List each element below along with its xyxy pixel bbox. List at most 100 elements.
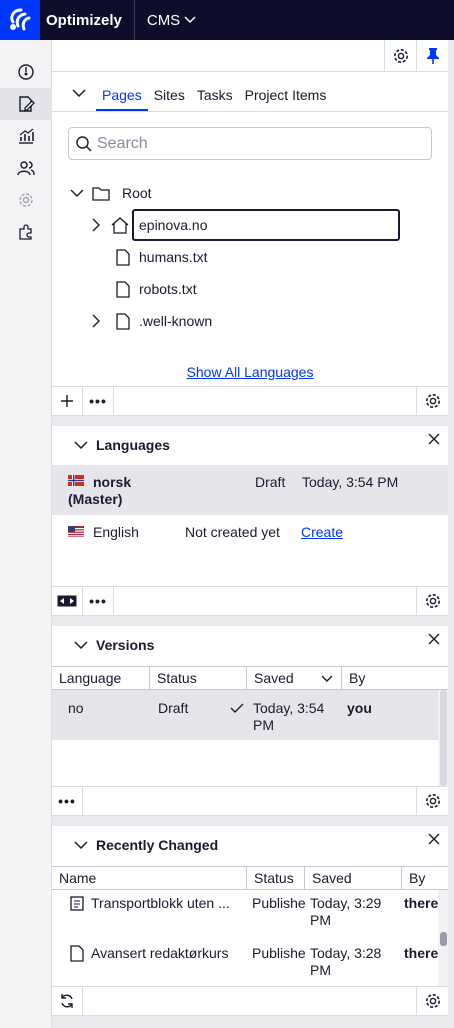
tree-node-well-known[interactable]: .well-known — [92, 310, 212, 332]
versions-scrollbar-track[interactable] — [438, 690, 448, 786]
recent-row[interactable]: Transportblokk uten ... Publishe Today, … — [52, 890, 438, 938]
tree-node-root[interactable]: Root — [70, 182, 152, 204]
tree-node-label: epinova.no — [139, 217, 208, 233]
close-icon[interactable] — [428, 433, 440, 445]
chevron-down-icon[interactable] — [74, 440, 88, 450]
show-all-languages-wrap: Show All Languages — [52, 364, 448, 380]
recent-row[interactable]: Avansert redaktørkurs Publishe Today, 3:… — [52, 940, 438, 988]
tree-node-label: robots.txt — [139, 281, 197, 297]
tree-node-epinova[interactable]: epinova.no — [92, 209, 400, 241]
more-options-button[interactable]: ••• — [83, 386, 114, 416]
tree-node-label: humans.txt — [139, 249, 208, 265]
language-row-norsk[interactable]: norsk (Master) Draft Today, 3:54 PM — [52, 465, 448, 515]
add-ons-icon[interactable] — [0, 216, 52, 248]
chevron-down-icon[interactable] — [74, 840, 88, 850]
recently-changed-settings-gear-icon[interactable] — [416, 987, 448, 1015]
add-page-button[interactable] — [52, 386, 83, 416]
more-options-button[interactable]: ••• — [52, 786, 83, 816]
recent-status: Publishe — [252, 895, 306, 911]
pane-toolbar — [52, 40, 448, 72]
versions-settings-gear-icon[interactable] — [416, 787, 448, 815]
column-status[interactable]: Status — [150, 667, 247, 689]
recently-changed-header: Recently Changed — [52, 827, 448, 863]
language-row-english[interactable]: English Not created yet Create — [52, 523, 448, 547]
tab-tasks[interactable]: Tasks — [191, 87, 239, 111]
folder-icon — [92, 186, 110, 201]
close-icon[interactable] — [428, 833, 440, 845]
file-icon — [116, 248, 130, 266]
tab-sites[interactable]: Sites — [148, 87, 191, 111]
column-name[interactable]: Name — [52, 867, 247, 889]
search-icon — [76, 135, 92, 152]
chevron-right-icon[interactable] — [92, 218, 101, 232]
more-options-button[interactable]: ••• — [83, 586, 114, 616]
column-by[interactable]: By — [402, 867, 448, 889]
pin-icon[interactable] — [416, 40, 448, 72]
pane-divider[interactable] — [52, 816, 448, 826]
version-row[interactable]: no Draft Today, 3:54 PM you — [52, 690, 438, 740]
file-icon — [116, 280, 130, 298]
dashboard-icon[interactable] — [0, 56, 52, 88]
recent-name: Avansert redaktørkurs — [91, 945, 229, 961]
tab-pages[interactable]: Pages — [96, 87, 148, 111]
version-saved: Today, 3:54 PM — [253, 700, 325, 733]
tab-project-items[interactable]: Project Items — [239, 87, 333, 111]
column-saved[interactable]: Saved — [305, 867, 402, 889]
recent-name: Transportblokk uten ... — [91, 895, 230, 911]
languages-toolbar: ••• — [52, 586, 448, 616]
create-language-link[interactable]: Create — [301, 524, 343, 540]
language-name: norsk (Master) — [68, 474, 188, 508]
chevron-down-icon[interactable] — [70, 189, 84, 198]
recent-scrollbar-thumb[interactable] — [439, 932, 447, 946]
language-name-text: norsk — [93, 474, 132, 490]
file-icon — [116, 312, 130, 330]
users-icon[interactable] — [0, 152, 52, 184]
tree-node-humans[interactable]: humans.txt — [116, 246, 207, 268]
pane-divider — [52, 1016, 448, 1028]
recent-saved: Today, 3:29 PM — [310, 895, 382, 928]
column-saved[interactable]: Saved — [247, 667, 342, 689]
compare-button[interactable] — [52, 586, 83, 616]
recent-by: there — [404, 945, 438, 961]
settings-icon[interactable] — [0, 184, 52, 216]
languages-settings-gear-icon[interactable] — [416, 587, 448, 615]
pane-divider[interactable] — [52, 616, 448, 626]
page-scrollbar[interactable] — [448, 40, 454, 1028]
close-icon[interactable] — [428, 633, 440, 645]
home-icon — [111, 216, 129, 234]
tree-node-label-selected[interactable]: epinova.no — [132, 209, 400, 241]
chevron-right-icon[interactable] — [92, 314, 101, 328]
product-switcher[interactable]: CMS — [147, 12, 196, 29]
edit-content-icon[interactable] — [0, 88, 52, 120]
recently-changed-table-header: Name Status Saved By — [52, 866, 448, 890]
top-navigation-bar: Optimizely CMS — [0, 0, 454, 40]
refresh-button[interactable] — [52, 986, 83, 1016]
file-icon — [70, 945, 84, 962]
tree-node-robots[interactable]: robots.txt — [116, 278, 197, 300]
pane-settings-gear-icon[interactable] — [384, 40, 416, 72]
plus-icon — [61, 395, 73, 407]
column-by[interactable]: By — [342, 667, 448, 689]
version-by: you — [347, 700, 372, 716]
recent-scrollbar-track[interactable] — [438, 890, 448, 988]
version-language: no — [68, 700, 84, 716]
tree-node-label: .well-known — [139, 313, 213, 329]
optimizely-logo-icon[interactable] — [0, 0, 40, 40]
language-status: Not created yet — [185, 524, 280, 540]
tree-settings-gear-icon[interactable] — [416, 387, 448, 415]
show-all-languages-link[interactable]: Show All Languages — [187, 364, 314, 380]
versions-scrollbar-thumb[interactable] — [439, 690, 447, 786]
collapse-chevron-icon[interactable] — [72, 85, 96, 111]
page-tree-search[interactable]: Search — [68, 127, 432, 160]
recent-status: Publishe — [252, 945, 306, 961]
navigation-pane: Pages Sites Tasks Project Items Search R… — [52, 40, 448, 1028]
chevron-down-icon[interactable] — [74, 640, 88, 650]
column-language[interactable]: Language — [52, 667, 150, 689]
master-label: (Master) — [68, 491, 123, 507]
pane-divider[interactable] — [52, 416, 448, 426]
page-tree-toolbar: ••• — [52, 386, 448, 416]
chevron-down-icon — [184, 16, 196, 24]
reports-icon[interactable] — [0, 120, 52, 152]
column-status[interactable]: Status — [247, 867, 305, 889]
version-status: Draft — [158, 700, 189, 716]
